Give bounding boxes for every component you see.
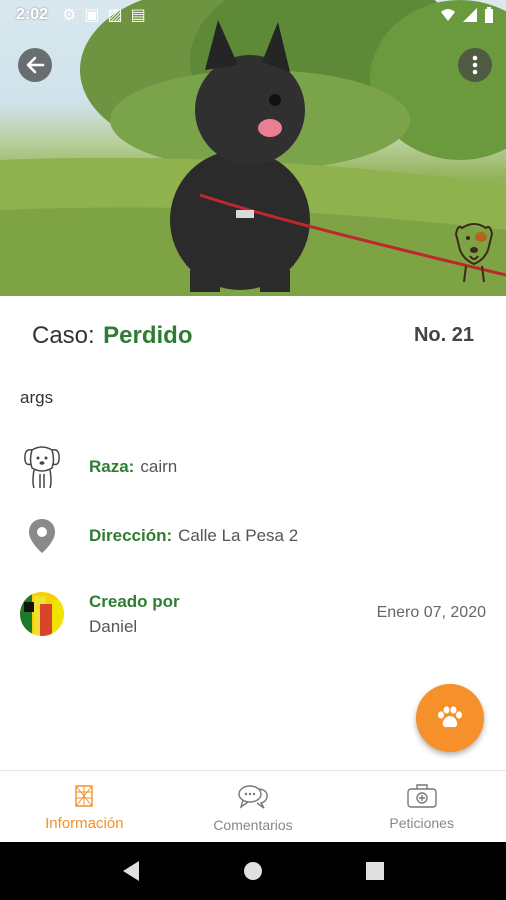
pet-photo <box>0 0 506 296</box>
tab-peticiones[interactable]: Peticiones <box>337 771 506 843</box>
breed-label: Raza: <box>89 457 135 476</box>
settings-icon: ⚙ <box>62 7 77 24</box>
wifi-icon <box>441 9 455 21</box>
dog-logo-icon <box>454 223 494 283</box>
tab-comentarios[interactable]: Comentarios <box>169 771 338 843</box>
notification-icon: ▣ <box>84 7 100 24</box>
tab-label: Comentarios <box>213 817 293 833</box>
battery-icon <box>485 7 493 23</box>
address-value: Calle La Pesa 2 <box>178 526 299 545</box>
comments-icon <box>238 785 268 809</box>
address-label: Dirección: <box>89 526 173 545</box>
breed-value: cairn <box>140 457 178 476</box>
paw-action-button[interactable] <box>416 684 484 752</box>
nav-recents-icon[interactable] <box>365 861 385 881</box>
requests-icon <box>406 784 437 808</box>
tab-informacion[interactable]: Información <box>0 771 169 843</box>
case-header: Caso: Perdido No. 21 <box>32 322 474 356</box>
back-button[interactable] <box>18 48 52 82</box>
more-vert-icon <box>472 55 478 75</box>
breed-row: Raza: cairn <box>20 442 486 492</box>
tab-label: Información <box>45 815 124 832</box>
case-status: Perdido <box>103 322 193 349</box>
nav-back-icon[interactable] <box>121 860 141 882</box>
location-pin-icon <box>20 513 64 559</box>
bottom-navigation: Información Comentarios Peticiones <box>0 770 506 843</box>
system-navigation-bar <box>0 842 506 900</box>
created-date: Enero 07, 2020 <box>376 604 486 621</box>
paw-icon <box>438 706 462 728</box>
created-by-label: Creado por <box>89 592 180 611</box>
news-icon: ▤ <box>130 7 146 24</box>
arrow-back-icon <box>26 56 45 74</box>
creator-name: Daniel <box>89 617 138 636</box>
status-bar: 2:02 ⚙ ▣ ▨ ▤ <box>0 0 506 30</box>
signal-icon <box>463 8 477 22</box>
case-description: args <box>20 388 54 407</box>
tab-label: Peticiones <box>389 815 454 831</box>
creator-row: Creado por Daniel Enero 07, 2020 <box>20 590 486 642</box>
case-label: Caso: <box>32 322 95 349</box>
screenshot-icon: ▨ <box>107 7 123 24</box>
status-time: 2:02 <box>16 6 49 23</box>
address-row: Dirección: Calle La Pesa 2 <box>20 511 486 561</box>
avatar <box>20 592 64 636</box>
info-icon <box>75 785 94 807</box>
more-options-button[interactable] <box>458 48 492 82</box>
dog-breed-icon <box>20 444 64 490</box>
nav-home-icon[interactable] <box>242 860 264 882</box>
case-number: No. 21 <box>413 324 474 346</box>
